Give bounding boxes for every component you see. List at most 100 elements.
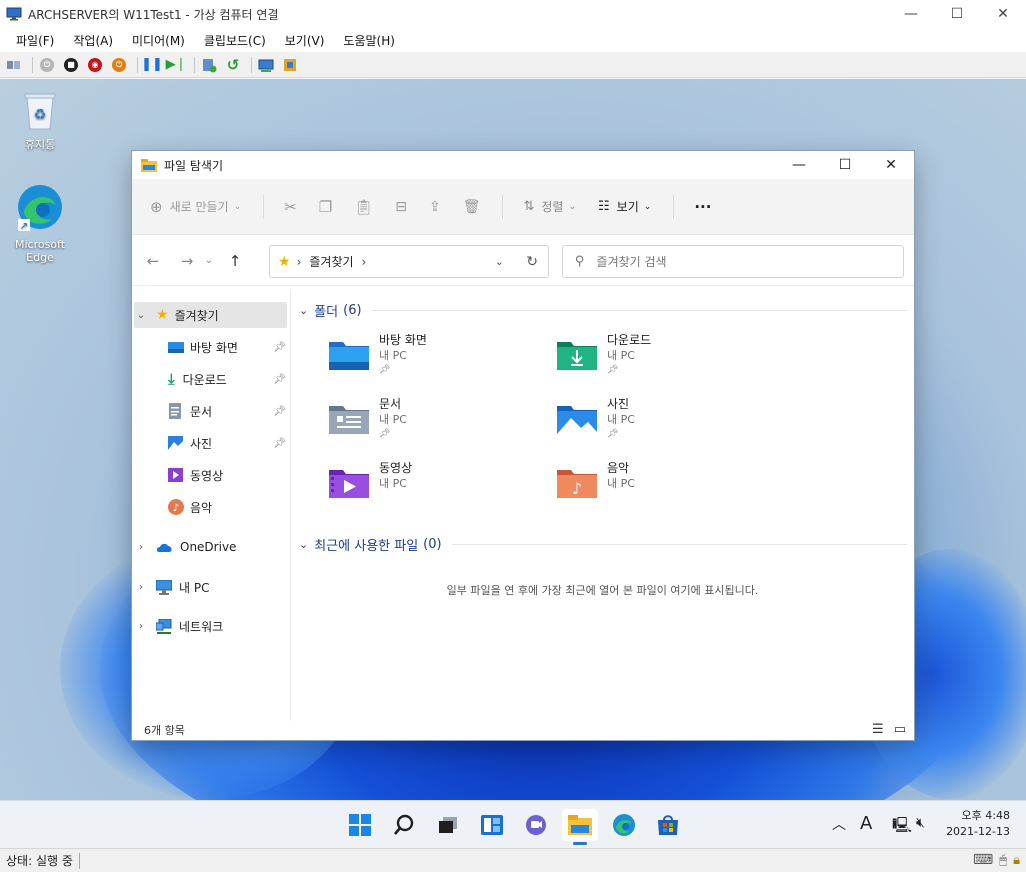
star-icon: ★ [156,307,169,323]
pin-icon: 📌︎ [273,373,286,385]
address-dropdown-icon[interactable]: ⌄ [495,255,504,268]
back-button[interactable]: ← [140,248,166,274]
explorer-maximize-button[interactable]: ☐ [822,151,868,179]
revert-button[interactable]: ↺ [223,55,243,75]
address-bar[interactable]: ★ › 즐겨찾기 › ⌄ ↻ [269,245,549,278]
paste-icon: 📋︎ [354,197,374,216]
explorer-minimize-button[interactable]: — [776,151,822,179]
folder-tile-desktop[interactable]: 바탕 화면 내 PC 📌︎ [327,332,547,388]
desktop-edge[interactable]: ↗ Microsoft Edge [7,183,73,264]
lock-icon: 🔒︎ [1013,852,1020,868]
cut-button[interactable]: ✂ [284,198,297,216]
chat-icon [526,815,546,835]
nav-item-videos[interactable]: 동영상 [168,462,286,488]
folder-location: 내 PC [379,349,407,362]
large-icons-view-icon[interactable]: ▭ [894,722,906,737]
vm-toolbar: ⏻ ■ ◉ ⏻ ❚❚ ▶❘ ↺ [0,52,1026,78]
group-count: (6) [343,303,362,318]
menu-clipboard[interactable]: 클립보드(C) [204,32,266,49]
folder-tile-pictures[interactable]: 사진 내 PC 📌︎ [555,396,775,452]
menu-file[interactable]: 파일(F) [16,32,54,49]
clock-time: 오후 4:48 [961,809,1010,822]
refresh-icon[interactable]: ↻ [526,254,538,270]
folder-tile-music[interactable]: ♪ 음악 내 PC [555,460,775,516]
nav-item-pictures[interactable]: 사진 📌︎ [168,430,286,456]
widgets-button[interactable] [474,809,510,841]
search-box[interactable]: ⚲ 즐겨찾기 검색 [562,245,904,278]
volume-muted-icon[interactable]: 🔇︎ [916,815,925,831]
paste-button[interactable]: 📋︎ [354,198,373,216]
group-header-folders[interactable]: ⌄ 폴더 (6) [299,301,907,320]
taskbar-clock[interactable]: 오후 4:48 2021-12-13 [946,808,1010,840]
start-menu-button[interactable] [342,809,378,841]
nav-network[interactable]: › 네트워크 [134,613,287,639]
copy-button[interactable]: ❐ [319,198,332,216]
nav-item-desktop[interactable]: 바탕 화면 📌︎ [168,334,286,360]
scissors-icon: ✂ [284,197,297,216]
folder-tile-downloads[interactable]: 다운로드 내 PC 📌︎ [555,332,775,388]
taskbar-file-explorer[interactable] [562,809,598,845]
vm-minimize-button[interactable]: — [888,0,934,28]
folder-location: 내 PC [607,413,635,426]
delete-button[interactable]: 🗑︎ [463,199,481,215]
new-button[interactable]: ⊕ 새로 만들기 ⌄ [150,198,241,216]
pause-button[interactable]: ❚❚ [141,55,163,75]
pin-icon: 📌︎ [273,405,286,417]
nav-item-downloads[interactable]: ⤓ 다운로드 📌︎ [168,366,286,392]
videos-icon [168,468,183,482]
show-hidden-icons-button[interactable]: ︿ [832,814,846,834]
folder-name: 음악 [607,461,630,475]
shutdown-button[interactable]: ◉ [85,55,105,75]
turn-off-button[interactable]: ■ [61,55,81,75]
details-view-icon[interactable]: ☰ [872,722,884,737]
resume-button[interactable]: ▶❘ [166,55,187,75]
ctrl-alt-del-button[interactable] [4,55,24,75]
menu-media[interactable]: 미디어(M) [132,32,185,49]
folder-tile-videos[interactable]: 동영상 내 PC [327,460,547,516]
nav-item-documents[interactable]: 문서 📌︎ [168,398,286,424]
group-header-recent[interactable]: ⌄ 최근에 사용한 파일 (0) [299,535,907,554]
menu-action[interactable]: 작업(A) [73,32,113,49]
vm-close-button[interactable]: ✕ [980,0,1026,28]
taskbar-store[interactable] [650,809,686,841]
documents-folder-icon [329,406,369,434]
forward-button[interactable]: → [174,248,200,274]
rename-button[interactable]: ⊟ [395,199,407,215]
trash-icon: 🗑︎ [462,198,481,215]
toolbar-separator [137,56,138,73]
enhanced-session-button[interactable] [256,55,276,75]
save-state-button[interactable]: ⏻ [109,55,129,75]
task-view-button[interactable] [430,809,466,841]
share-button[interactable] [280,55,300,75]
folder-tile-documents[interactable]: 문서 내 PC 📌︎ [327,396,547,452]
share-file-button[interactable]: ⇪ [429,199,441,215]
sort-button[interactable]: ⇅ 정렬 ⌄ [523,198,576,215]
folder-location: 내 PC [379,477,407,490]
explorer-close-button[interactable]: ✕ [868,151,914,179]
checkpoint-button[interactable] [199,55,219,75]
view-button[interactable]: ☷ 보기 ⌄ [598,198,651,215]
input-indicator[interactable]: A [860,813,872,834]
search-placeholder: 즐겨찾기 검색 [596,255,667,269]
chevron-down-icon: ⌄ [233,201,242,212]
recent-locations-button[interactable]: ⌄ [200,248,218,274]
up-button[interactable]: ↑ [222,248,248,274]
more-options-button[interactable]: ··· [694,198,711,216]
breadcrumb-quick-access[interactable]: 즐겨찾기 [309,253,353,270]
start-button[interactable]: ⏻ [37,55,57,75]
nav-this-pc[interactable]: › 내 PC [134,574,287,600]
desktop-recycle-bin[interactable]: ♻ 휴지통 [7,91,73,151]
menu-view[interactable]: 보기(V) [285,32,325,49]
menu-help[interactable]: 도움말(H) [343,32,395,49]
nav-onedrive[interactable]: › OneDrive [134,534,287,560]
teams-chat-button[interactable] [518,809,554,841]
taskbar-search-button[interactable] [386,809,422,841]
taskbar-edge[interactable] [606,809,642,841]
chevron-down-icon: ⌄ [568,201,577,212]
network-tray-icon[interactable]: 🖳︎ [892,815,912,840]
file-explorer-window: 파일 탐색기 — ☐ ✕ ⊕ 새로 만들기 ⌄ ✂ ❐ 📋︎ ⊟ ⇪ 🗑︎ ⇅ … [131,150,915,741]
arrow-right-icon: → [180,251,194,270]
vm-maximize-button[interactable]: ☐ [934,0,980,28]
nav-item-music[interactable]: ♪ 음악 [168,494,286,520]
nav-quick-access[interactable]: ⌄ ★ 즐겨찾기 [134,302,287,328]
